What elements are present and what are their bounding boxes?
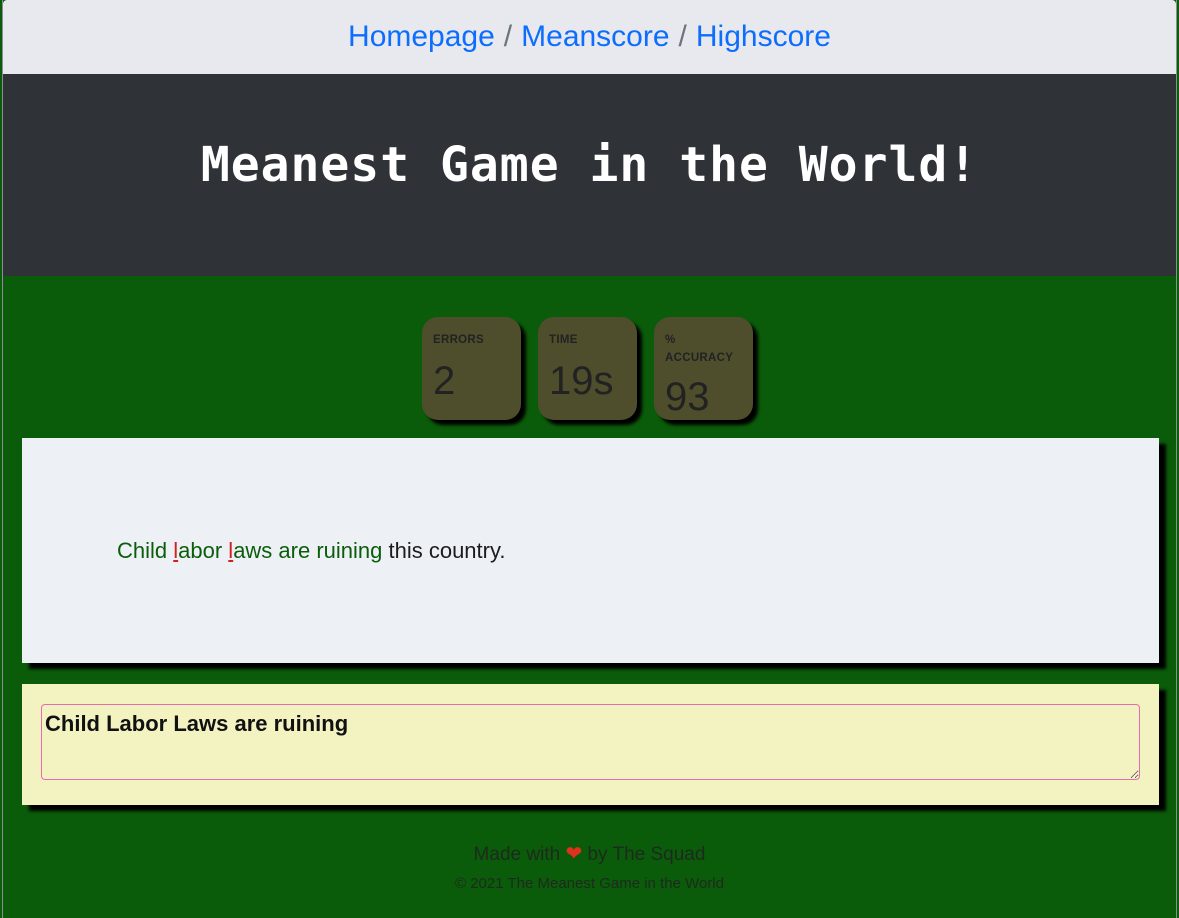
breadcrumb-separator: / xyxy=(678,20,687,53)
stat-value-accuracy: 93 xyxy=(665,375,710,419)
breadcrumb-separator: / xyxy=(503,20,513,53)
stat-card-accuracy: % ACCURACY 93 xyxy=(654,317,753,420)
page-title: Meanest Game in the World! xyxy=(200,137,979,193)
footer-credit: Made with ❤ by The Squad xyxy=(3,842,1176,867)
prompt-segment-pending: this country. xyxy=(382,537,506,563)
stat-label: % ACCURACY xyxy=(665,334,734,364)
stat-label: TIME xyxy=(549,334,578,346)
prompt-panel: Child labor laws are ruining this countr… xyxy=(22,438,1159,663)
page: Homepage / Meanscore / Highscore Meanest… xyxy=(2,0,1177,918)
prompt-segment-correct: Child xyxy=(117,537,174,563)
typing-input[interactable]: Child Labor Laws are ruining xyxy=(41,704,1140,780)
stat-value-errors: 2 xyxy=(433,359,456,403)
footer-copyright: © 2021 The Meanest Game in the World xyxy=(455,875,724,892)
prompt-segment-correct: abor xyxy=(178,537,229,563)
heart-icon: ❤ xyxy=(565,843,583,865)
breadcrumb: Homepage / Meanscore / Highscore xyxy=(3,0,1176,74)
page-header: Meanest Game in the World! xyxy=(3,74,1176,276)
prompt-segment-correct: aws are ruining xyxy=(233,537,383,563)
stat-label: ERRORS xyxy=(433,334,485,346)
stat-card-errors: ERRORS 2 xyxy=(422,317,521,420)
footer-made-prefix: Made with xyxy=(473,844,561,865)
stat-value-time: 19s xyxy=(549,359,614,403)
typing-panel: Child Labor Laws are ruining xyxy=(22,684,1159,805)
prompt-text: Child labor laws are ruining this countr… xyxy=(117,538,505,564)
nav-link-homepage[interactable]: Homepage xyxy=(348,20,495,54)
footer: Made with ❤ by The Squad © 2021 The Mean… xyxy=(3,842,1176,892)
nav-link-meanscore[interactable]: Meanscore xyxy=(521,20,669,54)
stat-card-time: TIME 19s xyxy=(538,317,637,420)
footer-made-suffix: by The Squad xyxy=(587,844,706,865)
stats-bar: ERRORS 2 TIME 19s % ACCURACY 93 xyxy=(3,317,1176,420)
nav-link-highscore[interactable]: Highscore xyxy=(696,20,831,54)
